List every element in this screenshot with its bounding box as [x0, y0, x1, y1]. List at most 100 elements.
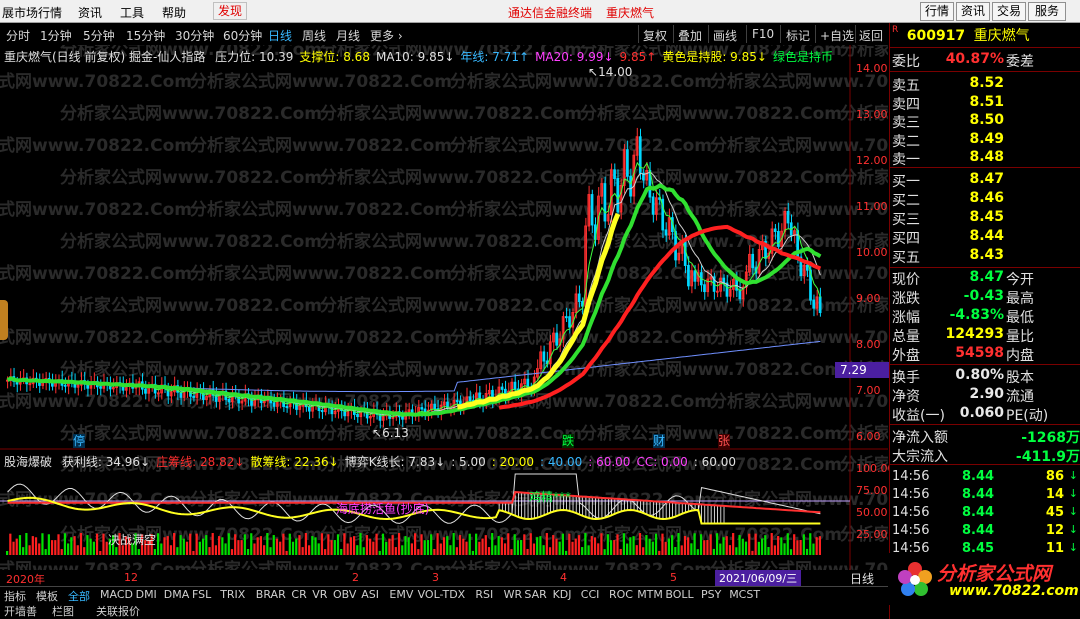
- menu-market[interactable]: 展市场行情: [2, 4, 62, 21]
- kline-chart-canvas[interactable]: 分析家公式网www.70822.Com分析家公式网www.70822.Com分析…: [0, 45, 888, 450]
- candle-body: [420, 407, 424, 410]
- volume-bar: [744, 541, 748, 555]
- indicator-tab-vol-tdx[interactable]: VOL-TDX: [418, 588, 466, 601]
- date-label-3: 3: [432, 571, 439, 584]
- volume-bar: [632, 536, 635, 555]
- volume-bar: [47, 534, 50, 555]
- date-label-12: 12: [124, 571, 138, 584]
- indicator-tab-boll[interactable]: BOLL: [665, 588, 693, 601]
- indicator-tab-cr[interactable]: CR: [291, 588, 306, 601]
- volume-bar: [699, 534, 703, 555]
- menu-news[interactable]: 资讯: [78, 4, 102, 21]
- volume-bar: [593, 537, 597, 555]
- indicator-tab-mtm[interactable]: MTM: [637, 588, 663, 601]
- volume-bar: [809, 533, 812, 555]
- header-item-1: 支撑位: 8.68: [299, 50, 370, 64]
- f10-button[interactable]: F10: [752, 27, 774, 41]
- period-tick[interactable]: 分时: [6, 27, 30, 44]
- candle-body: [577, 293, 581, 303]
- indicator-tab-rsi[interactable]: RSI: [475, 588, 493, 601]
- stat2-value: 0.80%: [955, 367, 1004, 383]
- indicator-tab-kdj[interactable]: KDJ: [553, 588, 572, 601]
- period-weekly[interactable]: 周线: [302, 27, 326, 44]
- draw-line-button[interactable]: 画线: [713, 27, 737, 44]
- back-button[interactable]: 返回: [859, 27, 883, 44]
- tick-price: 8.44: [962, 505, 995, 520]
- volume-bar: [22, 547, 25, 555]
- indicator-tab-psy[interactable]: PSY: [701, 588, 721, 601]
- indicator-tab-全部[interactable]: 全部: [68, 588, 90, 604]
- indicator-tab-mcst[interactable]: MCST: [729, 588, 760, 601]
- indicator-tab-trix[interactable]: TRIX: [220, 588, 245, 601]
- restore-rights-button[interactable]: 复权: [643, 27, 667, 44]
- indicator-tab-wr[interactable]: WR: [504, 588, 523, 601]
- indicator-tab-obv[interactable]: OBV: [333, 588, 356, 601]
- period-60min[interactable]: 60分钟: [223, 27, 262, 44]
- price-tick-6: 8.00: [856, 338, 881, 351]
- indicator-tab-roc[interactable]: ROC: [609, 588, 633, 601]
- bottom-label-0[interactable]: 开墙善: [4, 603, 37, 619]
- stat-label-2: 内盘: [1006, 348, 1034, 364]
- r-badge: R: [892, 25, 899, 35]
- top-button-quote[interactable]: 行情: [920, 2, 954, 21]
- volume-bar: [73, 536, 76, 555]
- indicator-tab-dmi[interactable]: DMI: [136, 588, 157, 601]
- sub-indicator-chart[interactable]: 分析家公式网www.70822.Com 分析家公式网www.70822.Com 分析…: [0, 450, 895, 575]
- stat2-value: 0.060: [959, 405, 1004, 421]
- volume-bar: [295, 538, 298, 555]
- indicator-tab-dma[interactable]: DMA: [164, 588, 190, 601]
- indicator-tab-macd[interactable]: MACD: [100, 588, 133, 601]
- volume-bar: [712, 548, 715, 555]
- bottom-fish-label: 海底捞活鱼(抄底): [336, 502, 430, 516]
- volume-bar: [41, 533, 44, 555]
- candle-body: [590, 194, 594, 226]
- bottom-label-2[interactable]: 关联报价: [96, 603, 140, 619]
- header-item-7: 绿色是持币: [772, 50, 833, 64]
- volume-bar: [9, 533, 12, 555]
- bid-price: 8.47: [969, 171, 1004, 187]
- stat-value: 8.47: [969, 269, 1004, 285]
- top-button-news[interactable]: 资讯: [956, 2, 990, 21]
- period-15min[interactable]: 15分钟: [126, 27, 165, 44]
- watermark-text: 分析家公式网www.70822.Com: [60, 295, 322, 316]
- indicator-tab-指标[interactable]: 指标: [4, 588, 26, 604]
- period-1min[interactable]: 1分钟: [40, 27, 72, 44]
- volume-bar: [266, 533, 269, 555]
- indicator-tab-emv[interactable]: EMV: [389, 588, 413, 601]
- candle-body: [433, 403, 436, 410]
- menu-tools[interactable]: 工具: [120, 4, 144, 21]
- candle-body: [603, 183, 607, 222]
- period-5min[interactable]: 5分钟: [83, 27, 115, 44]
- volume-bar: [802, 534, 805, 555]
- bottom-label-1[interactable]: 栏图: [52, 603, 74, 619]
- candle-body: [687, 264, 690, 287]
- top-button-trade[interactable]: 交易: [992, 2, 1026, 21]
- add-watchlist-button[interactable]: +自选: [820, 27, 854, 44]
- mark-button[interactable]: 标记: [786, 27, 810, 44]
- volume-bar: [709, 534, 712, 555]
- menu-help[interactable]: 帮助: [162, 4, 186, 21]
- indicator-tab-asi[interactable]: ASI: [361, 588, 379, 601]
- indicator-tab-cci[interactable]: CCI: [581, 588, 600, 601]
- kline-chart[interactable]: 分析家公式网www.70822.Com 分析家公式网www.70822.Com 分析…: [0, 45, 892, 450]
- volume-bar: [587, 545, 590, 555]
- volume-bar: [780, 537, 783, 555]
- indicator-tab-brar[interactable]: BRAR: [256, 588, 286, 601]
- indicator-tab-fsl[interactable]: FSL: [192, 588, 211, 601]
- volume-bar: [79, 533, 83, 555]
- watermark-text: 分析家公式网www.70822.Com: [450, 71, 712, 92]
- side-collapse-tab[interactable]: [0, 300, 8, 340]
- period-30min[interactable]: 30分钟: [175, 27, 214, 44]
- period-monthly[interactable]: 月线: [336, 27, 360, 44]
- period-toolbar: 分时 1分钟 5分钟 15分钟 30分钟 60分钟 日线 周线 月线 更多 › …: [0, 23, 888, 45]
- period-daily[interactable]: 日线: [268, 27, 292, 44]
- indicator-tab-sar[interactable]: SAR: [524, 588, 546, 601]
- overlay-button[interactable]: 叠加: [678, 27, 702, 44]
- volume-bar: [330, 540, 333, 555]
- period-more[interactable]: 更多 ›: [370, 27, 403, 44]
- menu-discover[interactable]: 发现: [213, 2, 248, 20]
- indicator-tab-模板[interactable]: 模板: [36, 588, 58, 604]
- indicator-tab-vr[interactable]: VR: [312, 588, 327, 601]
- volume-bar: [83, 547, 86, 555]
- top-button-service[interactable]: 服务: [1028, 2, 1066, 21]
